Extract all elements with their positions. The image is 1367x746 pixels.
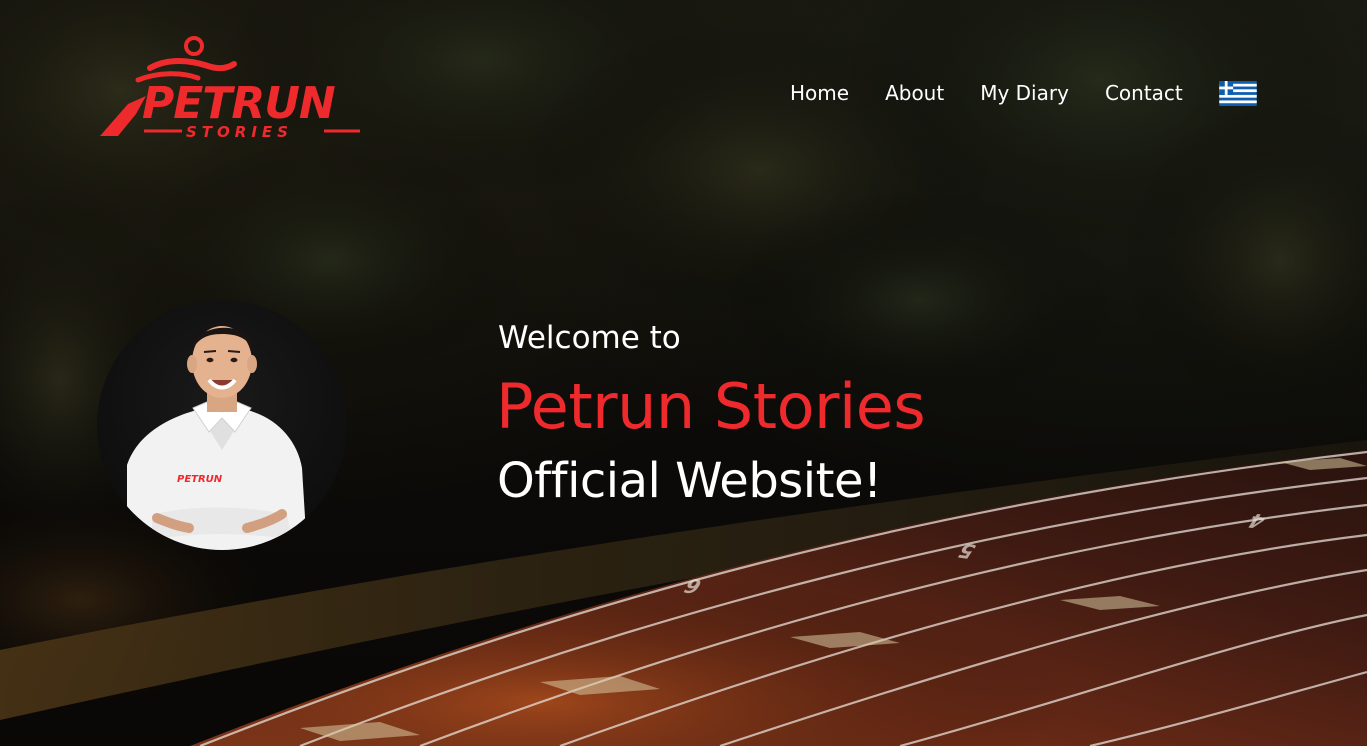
profile-photo: PETRUN — [97, 300, 347, 550]
nav-link-my-diary[interactable]: My Diary — [980, 79, 1069, 107]
hero-section: 6 5 4 PETRUN STORIES Home About My Diary… — [0, 0, 1367, 746]
nav-link-home[interactable]: Home — [790, 79, 849, 107]
welcome-text: Welcome to — [498, 320, 681, 356]
brand-title: Petrun Stories — [496, 370, 926, 443]
logo-wordmark: PETRUN — [142, 78, 335, 129]
petrun-stories-logo[interactable]: PETRUN STORIES — [98, 34, 362, 142]
logo-subtitle: STORIES — [186, 123, 293, 141]
nav-link-contact[interactable]: Contact — [1105, 79, 1183, 107]
main-navigation: Home About My Diary Contact — [790, 79, 1257, 107]
portrait-illustration: PETRUN — [127, 326, 307, 550]
greek-flag-icon[interactable] — [1219, 80, 1257, 106]
nav-link-about[interactable]: About — [885, 79, 944, 107]
shirt-logo: PETRUN — [177, 474, 223, 485]
logo-graphic: PETRUN STORIES — [100, 36, 360, 141]
tagline: Official Website! — [497, 453, 882, 509]
